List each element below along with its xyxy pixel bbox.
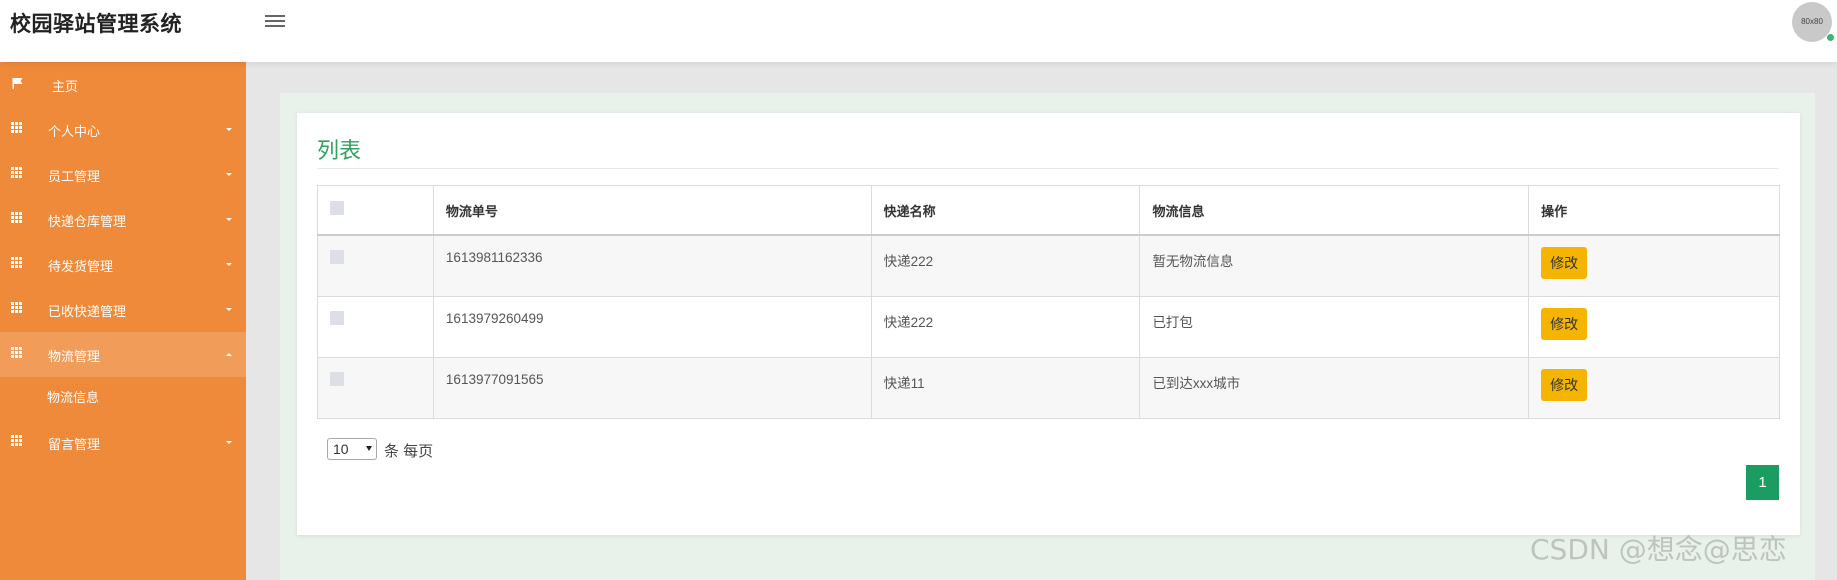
sidebar-item-logistics[interactable]: 物流管理 [0, 332, 246, 377]
sidebar-item-label: 员工管理 [48, 170, 101, 185]
page-size-label: 条 每页 [384, 443, 434, 460]
sidebar-item-label: 快递仓库管理 [48, 215, 127, 230]
grid-icon [11, 302, 24, 314]
list-panel: 列表 物流单号 快递名称 物流信息 操作 1613981162336 快递222… [297, 113, 1800, 535]
grid-icon [11, 122, 24, 134]
grid-icon [11, 347, 24, 359]
row-select-cell [317, 356, 434, 419]
dropdown-arrow-icon [366, 446, 372, 451]
row-checkbox[interactable] [330, 371, 344, 386]
sidebar-item-home[interactable]: 主页 [0, 62, 246, 107]
page-button-1[interactable]: 1 [1746, 465, 1779, 500]
grid-icon [11, 167, 24, 179]
sidebar-item-label: 待发货管理 [48, 260, 114, 275]
grid-icon [11, 257, 24, 269]
tracking-number-cell: 1613977091565 [432, 356, 872, 419]
page-size-value: 10 [333, 441, 349, 457]
online-status-dot [1826, 33, 1835, 42]
chevron-down-icon [226, 128, 232, 131]
table-row: 1613979260499 快递222 已打包 修改 [317, 295, 1780, 358]
table-row: 1613977091565 快递11 已到达xxx城市 修改 [317, 356, 1780, 419]
menu-toggle-icon[interactable] [265, 12, 285, 30]
divider [317, 168, 1779, 169]
column-header[interactable]: 物流单号 [432, 185, 872, 236]
sidebar-item-profile[interactable]: 个人中心 [0, 107, 246, 152]
flag-icon [12, 78, 23, 89]
courier-name-cell: 快递222 [870, 234, 1141, 297]
grid-icon [11, 435, 24, 447]
sidebar-item-staff[interactable]: 员工管理 [0, 152, 246, 197]
row-checkbox[interactable] [330, 250, 344, 264]
action-cell: 修改 [1528, 234, 1780, 297]
courier-name-cell: 快递222 [870, 295, 1141, 358]
row-select-cell [317, 234, 434, 297]
table-row: 1613981162336 快递222 暂无物流信息 修改 [317, 234, 1780, 297]
sidebar-item-received[interactable]: 已收快递管理 [0, 287, 246, 332]
logistics-info-cell: 已打包 [1139, 295, 1530, 358]
courier-name-cell: 快递11 [870, 356, 1141, 419]
top-bar: 校园驿站管理系统 80x80 [0, 0, 1837, 62]
column-header: 操作 [1528, 185, 1780, 236]
sidebar-item-label: 已收快递管理 [48, 305, 127, 320]
chevron-down-icon [226, 441, 232, 444]
select-all-cell [317, 185, 434, 236]
sidebar-subitem-logistics-info[interactable]: 物流信息 [0, 377, 246, 420]
column-header[interactable]: 快递名称 [870, 185, 1141, 236]
chevron-down-icon [226, 263, 232, 266]
chevron-down-icon [226, 173, 232, 176]
chevron-down-icon [226, 218, 232, 221]
chevron-up-icon [226, 353, 232, 356]
chevron-down-icon [226, 308, 232, 311]
app-title: 校园驿站管理系统 [10, 12, 182, 36]
select-all-checkbox[interactable] [330, 200, 344, 215]
logistics-info-cell: 暂无物流信息 [1139, 234, 1530, 297]
table-header-row: 物流单号 快递名称 物流信息 操作 [317, 185, 1780, 236]
sidebar-item-messages[interactable]: 留言管理 [0, 420, 246, 465]
grid-icon [11, 212, 24, 224]
sidebar-item-label: 个人中心 [48, 125, 101, 140]
sidebar-item-pending-shipment[interactable]: 待发货管理 [0, 242, 246, 287]
logistics-table: 物流单号 快递名称 物流信息 操作 1613981162336 快递222 暂无… [317, 185, 1780, 419]
edit-button[interactable]: 修改 [1541, 307, 1588, 340]
edit-button[interactable]: 修改 [1541, 247, 1588, 279]
action-cell: 修改 [1528, 356, 1780, 419]
sidebar: 主页 个人中心 员工管理 快递仓库管理 待发货管理 已收快递管理 物流管理 物流… [0, 62, 246, 580]
row-checkbox[interactable] [330, 310, 344, 325]
tracking-number-cell: 1613979260499 [432, 295, 872, 358]
sidebar-item-label: 留言管理 [48, 438, 101, 453]
page-title: 列表 [317, 139, 362, 164]
sidebar-item-label: 主页 [52, 80, 79, 95]
logistics-info-cell: 已到达xxx城市 [1139, 356, 1530, 419]
sidebar-item-label: 物流管理 [48, 350, 101, 365]
watermark: CSDN @想念@思恋 [1530, 533, 1787, 566]
row-select-cell [317, 295, 434, 358]
tracking-number-cell: 1613981162336 [432, 234, 872, 297]
edit-button[interactable]: 修改 [1541, 368, 1588, 401]
page-size-select[interactable]: 10 [327, 438, 377, 460]
sidebar-item-warehouse[interactable]: 快递仓库管理 [0, 197, 246, 242]
action-cell: 修改 [1528, 295, 1780, 358]
column-header[interactable]: 物流信息 [1139, 185, 1530, 236]
